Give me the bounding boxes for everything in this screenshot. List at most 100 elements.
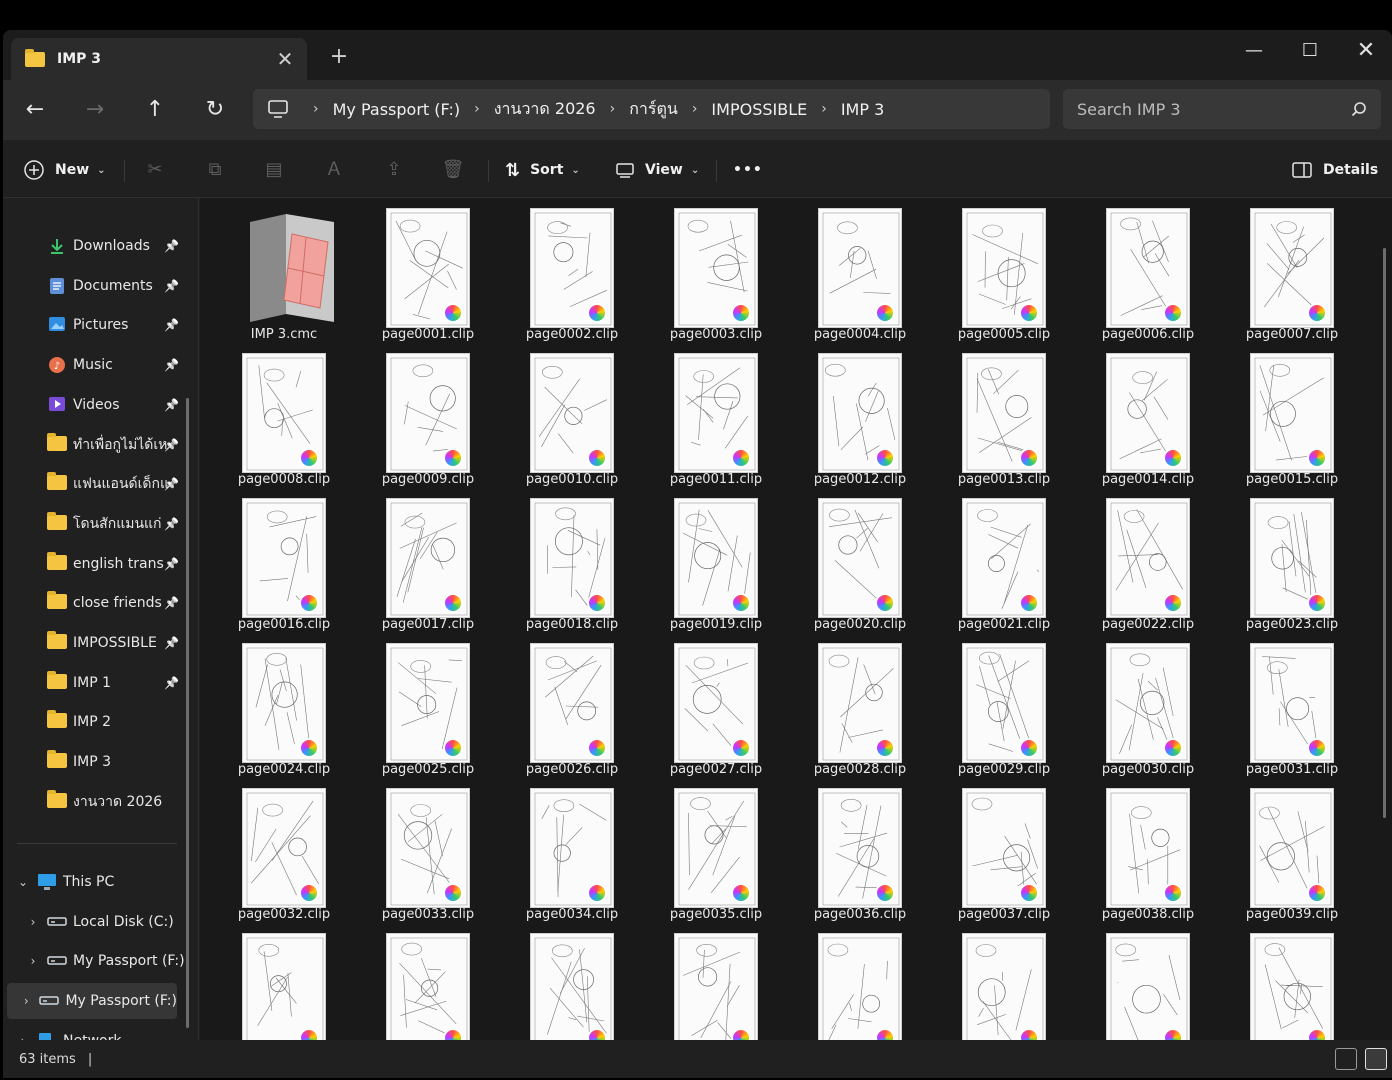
file-tile[interactable]: page0036.clip: [814, 788, 916, 928]
file-tile[interactable]: page0035.clip: [670, 788, 772, 928]
sidebar-item-ทำเพื่อกูไม่ได้เหรอ[interactable]: ทำเพื่อกูไม่ได้เหรอ📌: [3, 427, 189, 463]
new-tab-button[interactable]: +: [325, 44, 353, 69]
file-tile[interactable]: page0004.clip: [814, 208, 916, 348]
breadcrumb-impossible[interactable]: IMPOSSIBLE: [711, 100, 807, 119]
sidebar-item-close-friends[interactable]: close friends 📌: [3, 585, 189, 621]
file-tile[interactable]: [384, 933, 484, 1048]
file-tile[interactable]: page0017.clip: [382, 498, 484, 638]
sidebar-item-music[interactable]: ♪ Music 📌: [3, 347, 189, 383]
address-bar[interactable]: › My Passport (F:) › งานวาด 2026 › การ์ต…: [253, 89, 1050, 129]
tree-item-local-disk-c-[interactable]: › Local Disk (C:): [3, 904, 189, 940]
details-button[interactable]: Details: [1291, 152, 1378, 188]
file-tile[interactable]: page0001.clip: [382, 208, 484, 348]
file-tile[interactable]: page0024.clip: [238, 643, 340, 783]
chevron-down-icon[interactable]: ⌄: [15, 875, 31, 889]
cut-icon[interactable]: ✂: [137, 152, 173, 188]
sidebar-item-imp-1[interactable]: IMP 1 📌: [3, 665, 189, 701]
sidebar-item-videos[interactable]: Videos 📌: [3, 387, 189, 423]
breadcrumb-imp3[interactable]: IMP 3: [841, 100, 884, 119]
view-button[interactable]: View ⌄: [615, 152, 699, 188]
sidebar-item-แฟนแอนด์เด็กแก[interactable]: แฟนแอนด์เด็กแก 📌: [3, 466, 189, 502]
sidebar-item-imp-2[interactable]: IMP 2: [3, 704, 189, 740]
file-tile[interactable]: [1248, 933, 1348, 1048]
back-button[interactable]: ←: [17, 94, 53, 126]
breadcrumb-artwork[interactable]: งานวาด 2026: [494, 97, 596, 122]
minimize-button[interactable]: —: [1229, 36, 1279, 66]
file-tile[interactable]: page0008.clip: [238, 353, 340, 493]
chevron-right-icon[interactable]: ›: [19, 994, 33, 1008]
file-tile[interactable]: page0034.clip: [526, 788, 628, 928]
rename-icon[interactable]: Ａ: [316, 152, 352, 188]
file-tile[interactable]: [960, 933, 1060, 1048]
search-box[interactable]: [1063, 89, 1381, 129]
file-tile[interactable]: page0032.clip: [238, 788, 340, 928]
maximize-button[interactable]: ☐: [1285, 36, 1335, 66]
file-tile[interactable]: page0006.clip: [1102, 208, 1204, 348]
tree-item-this-pc[interactable]: ⌄ This PC: [3, 864, 189, 900]
file-tile[interactable]: page0014.clip: [1102, 353, 1204, 493]
up-button[interactable]: ↑: [137, 94, 173, 126]
close-window-button[interactable]: ✕: [1341, 36, 1391, 66]
file-tile[interactable]: [1104, 933, 1204, 1048]
file-tile[interactable]: page0019.clip: [670, 498, 772, 638]
sidebar-scrollbar[interactable]: [186, 398, 189, 1028]
sidebar-item-imp-3[interactable]: IMP 3: [3, 744, 189, 780]
sidebar-item-โดนสักแมนแก่[interactable]: โดนสักแมนแก่ 📌: [3, 506, 189, 542]
sidebar-item-impossible[interactable]: IMPOSSIBLE 📌: [3, 625, 189, 661]
file-tile[interactable]: page0039.clip: [1246, 788, 1348, 928]
file-tile[interactable]: page0018.clip: [526, 498, 628, 638]
sidebar-item-documents[interactable]: Documents 📌: [3, 268, 189, 304]
file-tile[interactable]: page0038.clip: [1102, 788, 1204, 928]
file-tile[interactable]: page0002.clip: [526, 208, 628, 348]
file-tile[interactable]: page0029.clip: [958, 643, 1060, 783]
large-icons-view-toggle-icon[interactable]: [1365, 1048, 1387, 1070]
sidebar-item-งานวาด-2026[interactable]: งานวาด 2026: [3, 784, 189, 820]
file-tile[interactable]: page0031.clip: [1246, 643, 1348, 783]
share-icon[interactable]: ⇪: [376, 152, 412, 188]
file-tile[interactable]: [672, 933, 772, 1048]
file-tile[interactable]: page0021.clip: [958, 498, 1060, 638]
file-tile[interactable]: page0026.clip: [526, 643, 628, 783]
file-tile[interactable]: page0010.clip: [526, 353, 628, 493]
copy-icon[interactable]: ⧉: [197, 152, 233, 188]
details-view-toggle-icon[interactable]: [1335, 1048, 1357, 1070]
chevron-right-icon[interactable]: ›: [25, 954, 41, 968]
file-tile[interactable]: page0022.clip: [1102, 498, 1204, 638]
file-tile[interactable]: page0015.clip: [1246, 353, 1348, 493]
sidebar-item-downloads[interactable]: Downloads 📌: [3, 228, 189, 264]
content-scrollbar[interactable]: [1383, 248, 1386, 818]
file-tile-cmc[interactable]: IMP 3.cmc: [240, 208, 340, 348]
file-tile[interactable]: [816, 933, 916, 1048]
search-input[interactable]: [1077, 99, 1351, 119]
sidebar-item-english-trans[interactable]: english trans 📌: [3, 546, 189, 582]
refresh-button[interactable]: ↻: [197, 94, 233, 126]
sort-button[interactable]: ⇅ Sort ⌄: [505, 152, 580, 188]
tab-imp3[interactable]: IMP 3 ✕: [11, 38, 307, 80]
file-tile[interactable]: [528, 933, 628, 1048]
file-tile[interactable]: page0012.clip: [814, 353, 916, 493]
file-tile[interactable]: page0016.clip: [238, 498, 340, 638]
file-tile[interactable]: page0003.clip: [670, 208, 772, 348]
file-tile[interactable]: page0025.clip: [382, 643, 484, 783]
file-tile[interactable]: page0020.clip: [814, 498, 916, 638]
tree-item-my-passport-f-[interactable]: › My Passport (F:): [7, 983, 177, 1020]
breadcrumb-drive[interactable]: My Passport (F:): [333, 100, 460, 119]
forward-button[interactable]: →: [77, 94, 113, 126]
more-options-button[interactable]: •••: [733, 152, 763, 188]
file-tile[interactable]: page0028.clip: [814, 643, 916, 783]
breadcrumb-cartoon[interactable]: การ์ตูน: [629, 97, 678, 122]
paste-icon[interactable]: ▤: [256, 152, 292, 188]
delete-icon[interactable]: 🗑: [435, 152, 471, 188]
file-tile[interactable]: page0033.clip: [382, 788, 484, 928]
file-tile[interactable]: page0027.clip: [670, 643, 772, 783]
file-tile[interactable]: page0011.clip: [670, 353, 772, 493]
new-button[interactable]: New ⌄: [23, 152, 106, 188]
file-tile[interactable]: page0013.clip: [958, 353, 1060, 493]
chevron-right-icon[interactable]: ›: [25, 915, 41, 929]
file-tile[interactable]: page0005.clip: [958, 208, 1060, 348]
file-tile[interactable]: page0030.clip: [1102, 643, 1204, 783]
file-tile[interactable]: [240, 933, 340, 1048]
file-tile[interactable]: page0009.clip: [382, 353, 484, 493]
file-tile[interactable]: page0037.clip: [958, 788, 1060, 928]
sidebar-item-pictures[interactable]: Pictures 📌: [3, 307, 189, 343]
